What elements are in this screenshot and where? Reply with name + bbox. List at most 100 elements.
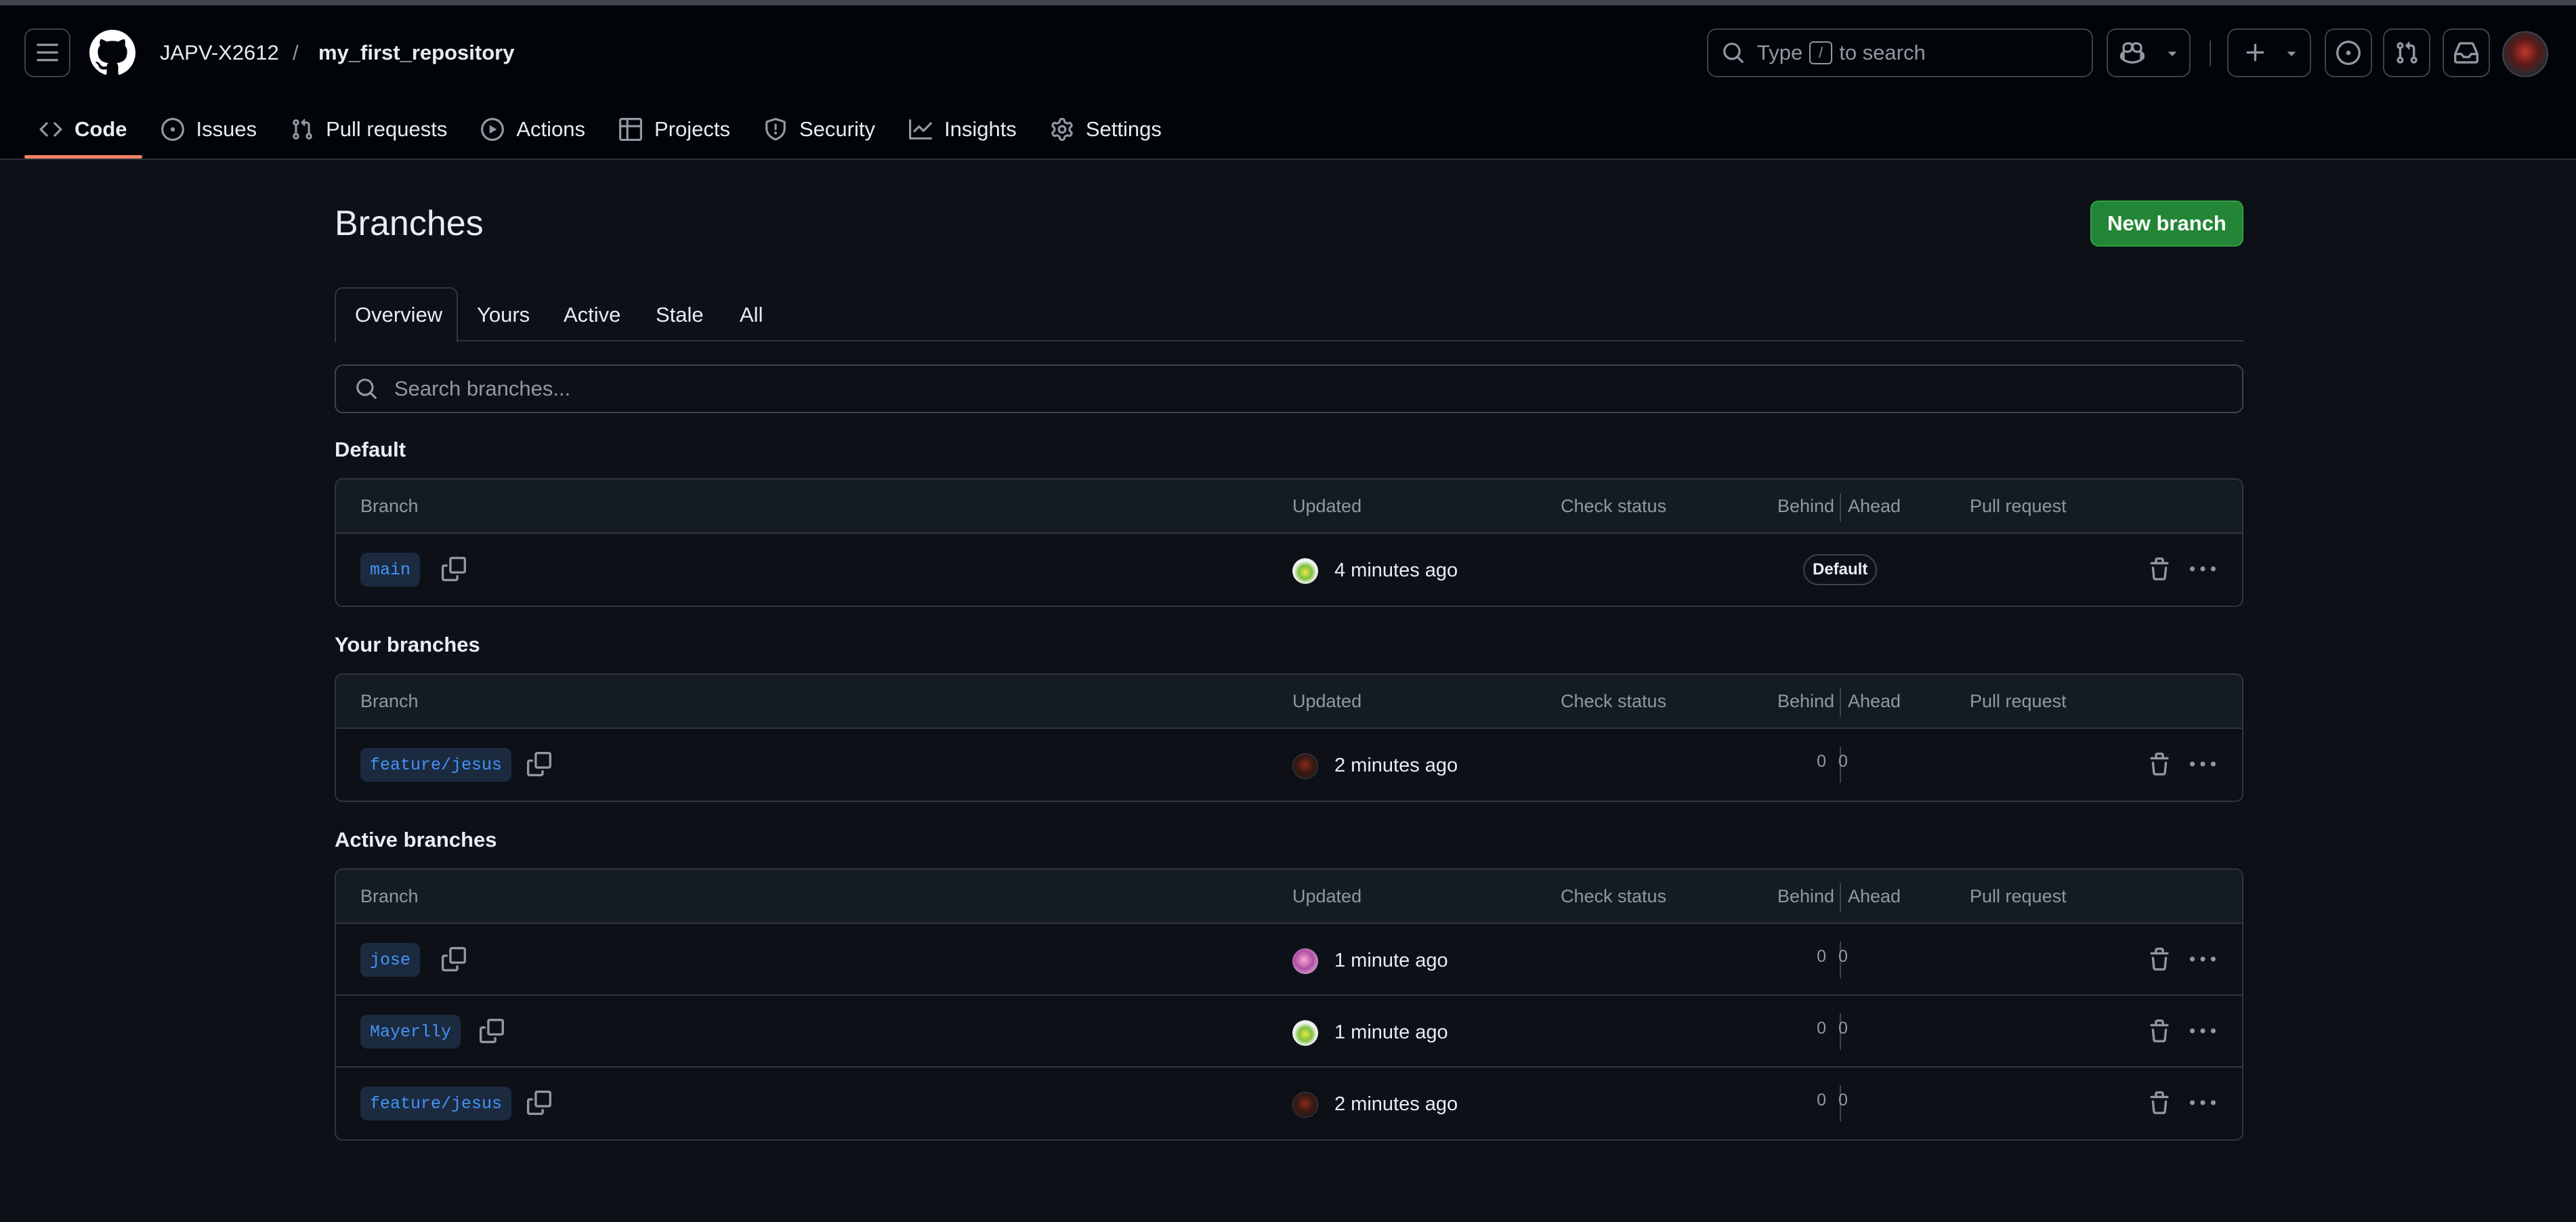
window-top-strip	[0, 0, 2576, 5]
col-check-status: Check status	[1561, 886, 1667, 906]
col-check-status: Check status	[1561, 496, 1667, 516]
menu-button[interactable]	[24, 28, 70, 77]
ahead-count: 0	[1838, 1019, 1848, 1038]
global-search-input[interactable]: Type / to search	[1707, 28, 2093, 77]
tab-stale[interactable]: Stale	[637, 287, 723, 343]
active-branches-table: Branch Updated Check status Behind Ahead…	[335, 868, 2243, 1141]
your-branches-table: Branch Updated Check status Behind Ahead…	[335, 673, 2243, 802]
col-behind: Behind	[1777, 496, 1835, 516]
kebab-horizontal-icon[interactable]	[2188, 1091, 2218, 1116]
tab-pull-requests[interactable]: Pull requests	[276, 100, 462, 159]
tab-security-label: Security	[799, 117, 875, 141]
kebab-horizontal-icon[interactable]	[2188, 752, 2218, 778]
table-row: main 4 minutes ago Default	[336, 534, 2242, 606]
issues-shortcut-button[interactable]	[2325, 28, 2372, 77]
avatar[interactable]	[1292, 948, 1318, 974]
branch-name-link[interactable]: feature/jesus	[360, 748, 512, 782]
tab-active[interactable]: Active	[545, 287, 639, 343]
avatar[interactable]	[1292, 753, 1318, 779]
search-icon	[356, 379, 377, 399]
play-icon	[481, 118, 505, 141]
avatar[interactable]	[1292, 1020, 1318, 1046]
trash-icon[interactable]	[2147, 1091, 2172, 1116]
table-row: jose 1 minute ago 0 0	[336, 924, 2242, 996]
copy-icon[interactable]	[442, 947, 466, 971]
behind-ahead-divider	[1840, 493, 1841, 522]
section-title-your-branches: Your branches	[335, 633, 480, 656]
col-ahead: Ahead	[1848, 496, 1901, 516]
copy-icon[interactable]	[527, 1091, 551, 1115]
tab-actions[interactable]: Actions	[466, 100, 600, 159]
chevron-down-icon	[2287, 51, 2296, 56]
pull-request-icon	[293, 119, 312, 140]
branch-name-link[interactable]: main	[360, 553, 421, 587]
trash-icon[interactable]	[2147, 947, 2172, 973]
search-suffix: to search	[1839, 41, 1926, 64]
table-header: Branch Updated Check status Behind Ahead…	[336, 480, 2242, 534]
trash-icon[interactable]	[2147, 557, 2172, 583]
search-prefix: Type	[1757, 41, 1803, 64]
tab-settings[interactable]: Settings	[1036, 100, 1177, 159]
hamburger-icon	[37, 43, 58, 62]
tab-insights[interactable]: Insights	[894, 100, 1032, 159]
section-title-active-branches: Active branches	[335, 828, 497, 851]
new-branch-button[interactable]: New branch	[2090, 201, 2243, 247]
search-icon	[1723, 43, 1744, 63]
branch-search-input[interactable]: Search branches...	[335, 364, 2243, 413]
tab-issues[interactable]: Issues	[146, 100, 272, 159]
tab-projects[interactable]: Projects	[604, 100, 745, 159]
tab-security[interactable]: Security	[749, 100, 890, 159]
avatar[interactable]	[1292, 1092, 1318, 1118]
inbox-button[interactable]	[2443, 28, 2490, 77]
ahead-count: 0	[1838, 1091, 1848, 1110]
copy-icon[interactable]	[480, 1019, 504, 1043]
page-title: Branches	[335, 204, 484, 243]
kebab-horizontal-icon[interactable]	[2188, 947, 2218, 973]
kebab-horizontal-icon[interactable]	[2188, 557, 2218, 583]
col-branch: Branch	[360, 496, 419, 516]
copilot-button[interactable]	[2107, 28, 2191, 77]
tab-yours[interactable]: Yours	[458, 287, 549, 343]
create-new-button[interactable]	[2227, 28, 2311, 77]
pull-request-icon	[2396, 41, 2417, 64]
trash-icon[interactable]	[2147, 752, 2172, 778]
breadcrumb-owner[interactable]: JAPV-X2612	[160, 41, 279, 65]
global-header: JAPV-X2612 / my_first_repository Type / …	[0, 5, 2576, 160]
chevron-down-icon[interactable]	[2163, 44, 2181, 62]
section-title-default: Default	[335, 438, 406, 461]
branch-name-link[interactable]: Mayerlly	[360, 1015, 461, 1049]
branch-search-placeholder: Search branches...	[394, 377, 571, 400]
copy-icon[interactable]	[527, 752, 551, 776]
col-updated: Updated	[1292, 886, 1362, 906]
shield-icon	[765, 118, 786, 141]
col-pull-request: Pull request	[1970, 691, 2067, 711]
col-behind: Behind	[1777, 691, 1835, 711]
github-logo-icon[interactable]	[89, 30, 135, 76]
behind-count: 0	[1817, 947, 1826, 966]
tab-overview[interactable]: Overview	[335, 287, 458, 343]
tab-actions-label: Actions	[516, 117, 585, 141]
pull-requests-shortcut-button[interactable]	[2383, 28, 2430, 77]
tab-issues-label: Issues	[196, 117, 257, 141]
default-branches-table: Branch Updated Check status Behind Ahead…	[335, 478, 2243, 607]
ahead-count: 0	[1838, 752, 1848, 771]
trash-icon[interactable]	[2147, 1019, 2172, 1045]
updated-time: 1 minute ago	[1334, 950, 1448, 971]
inbox-icon	[2454, 42, 2478, 64]
updated-time: 4 minutes ago	[1334, 560, 1458, 581]
col-pull-request: Pull request	[1970, 886, 2067, 906]
branch-name-link[interactable]: jose	[360, 943, 421, 977]
user-avatar[interactable]	[2502, 31, 2548, 77]
copy-icon[interactable]	[442, 557, 466, 581]
tab-all[interactable]: All	[721, 287, 782, 343]
avatar[interactable]	[1292, 558, 1318, 584]
table-icon	[619, 118, 642, 141]
tab-code[interactable]: Code	[24, 100, 142, 159]
tab-projects-label: Projects	[654, 117, 730, 141]
branch-name-link[interactable]: feature/jesus	[360, 1087, 512, 1120]
col-updated: Updated	[1292, 496, 1362, 516]
behind-count: 0	[1817, 1019, 1826, 1038]
kebab-horizontal-icon[interactable]	[2188, 1019, 2218, 1045]
breadcrumb-repo[interactable]: my_first_repository	[318, 41, 514, 65]
col-behind: Behind	[1777, 886, 1835, 906]
